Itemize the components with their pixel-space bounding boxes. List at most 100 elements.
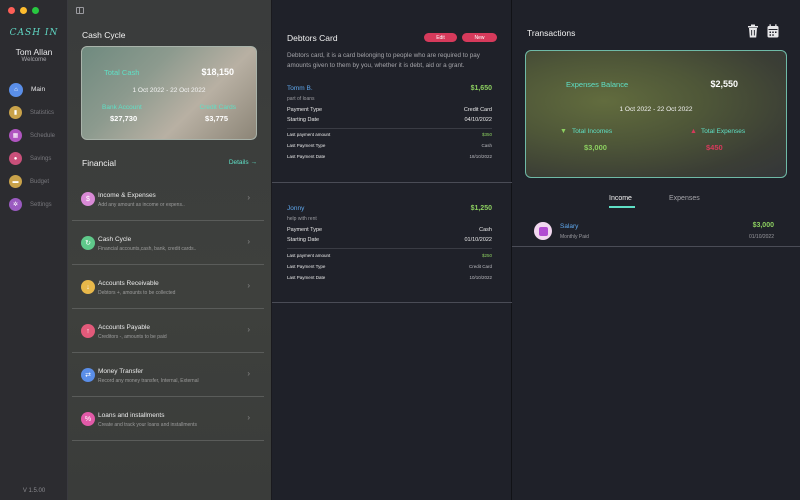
debtors-panel: Debtors Card Edit New Debtors card, it i…: [272, 0, 512, 500]
chevron-right-icon: ›: [247, 193, 250, 202]
starting-date-value: 04/10/2022: [464, 117, 492, 123]
cash-cycle-card[interactable]: Total Cash $18,150 1 Oct 2022 - 22 Oct 2…: [81, 46, 257, 140]
row-divider: [512, 246, 800, 247]
chevron-right-icon: ›: [247, 281, 250, 290]
piggy-bank-icon: ●: [9, 152, 22, 165]
payment-type-label: Payment Type: [287, 107, 323, 113]
expenses-balance-label: Expenses Balance: [566, 80, 629, 89]
financial-item-income-expenses[interactable]: $ Income & Expenses Add any amount as in…: [72, 177, 264, 221]
total-expenses-value: $450: [706, 143, 723, 152]
last-amount-row: Last payment amount $250: [287, 253, 492, 258]
transaction-name: Salary: [560, 223, 579, 230]
bank-account-value: $27,730: [110, 114, 138, 123]
last-type-label: Last Payment Type: [287, 264, 326, 269]
expenses-balance-card[interactable]: Expenses Balance $2,550 1 Oct 2022 - 22 …: [525, 50, 787, 178]
financial-item-subtitle: Create and track your loans and installm…: [98, 422, 197, 428]
chevron-right-icon: ›: [247, 369, 250, 378]
financial-item-subtitle: Financial accounts,cash, bank, credit ca…: [98, 246, 197, 252]
transactions-title: Transactions: [527, 28, 576, 38]
last-date-value: 10/10/2022: [469, 275, 492, 280]
last-date-label: Last Payment Date: [287, 154, 326, 159]
financial-item-cash-cycle[interactable]: ↻ Cash Cycle Financial accounts,cash, ba…: [72, 221, 264, 265]
app-version: V 1.5.00: [22, 488, 46, 494]
transactions-date-range: 1 Oct 2022 - 22 Oct 2022: [619, 106, 693, 113]
wallet-icon: ▬: [9, 175, 22, 188]
financial-item-accounts-payable[interactable]: ↑ Accounts Payable Creditors -, amounts …: [72, 309, 264, 353]
bank-account-label: Bank Account: [102, 104, 142, 111]
financial-item-title: Cash Cycle: [98, 236, 132, 243]
app-logo: CASH IN: [9, 28, 59, 38]
last-type-value: Credit Card: [468, 264, 492, 269]
total-incomes-value: $3,000: [584, 143, 607, 152]
last-amount-value: $350: [481, 132, 492, 137]
sidebar-item-schedule[interactable]: ▦ Schedule: [0, 124, 68, 147]
calendar-icon[interactable]: [767, 24, 779, 38]
close-window-button[interactable]: [8, 7, 15, 14]
receivable-icon: ↓: [81, 280, 95, 294]
financial-item-subtitle: Creditors -, amounts to be paid: [98, 334, 167, 340]
payment-type-value: Cash: [479, 227, 492, 233]
financial-list: $ Income & Expenses Add any amount as in…: [72, 177, 264, 441]
sidebar-item-main[interactable]: ⌂ Main: [0, 78, 68, 101]
minimize-window-button[interactable]: [20, 7, 27, 14]
section-divider: [272, 182, 512, 183]
active-tab-indicator: [609, 206, 635, 208]
trash-icon[interactable]: [747, 24, 759, 38]
last-type-row: Last Payment Type Cash: [287, 143, 492, 148]
credit-cards-value: $3,775: [205, 114, 228, 123]
last-amount-value: $250: [481, 253, 492, 258]
payment-type-row: Payment Type Cash: [287, 227, 492, 233]
financial-item-accounts-receivable[interactable]: ↓ Accounts Receivable Debtors +, amounts…: [72, 265, 264, 309]
credit-cards-label: Credit Cards: [199, 104, 236, 111]
sidebar-item-label: Settings: [30, 201, 52, 208]
starting-date-label: Starting Date: [287, 117, 320, 123]
sidebar-toggle-icon[interactable]: [76, 7, 84, 14]
payment-type-label: Payment Type: [287, 227, 323, 233]
zoom-window-button[interactable]: [32, 7, 39, 14]
income-icon: ▼: [560, 128, 567, 135]
chevron-right-icon: ›: [247, 237, 250, 246]
welcome-text: Welcome: [21, 57, 47, 63]
starting-date-row: Starting Date 01/10/2022: [287, 237, 492, 243]
sidebar-item-settings[interactable]: ✲ Settings: [0, 193, 68, 216]
financial-item-money-transfer[interactable]: ⇄ Money Transfer Record any money transf…: [72, 353, 264, 397]
financial-item-loans[interactable]: % Loans and installments Create and trac…: [72, 397, 264, 441]
chevron-right-icon: ›: [247, 413, 250, 422]
financial-item-title: Accounts Receivable: [98, 280, 159, 287]
tab-income[interactable]: Income: [609, 195, 632, 202]
debtors-description: Debtors card, it is a card belonging to …: [287, 52, 480, 69]
total-incomes-label: Total Incomes: [572, 128, 613, 135]
divider: [287, 128, 492, 129]
cycle-icon: ↻: [81, 236, 95, 250]
sidebar-item-label: Budget: [30, 178, 50, 185]
debtor-name: Jonny: [287, 205, 305, 212]
sidebar-item-savings[interactable]: ● Savings: [0, 147, 68, 170]
details-link[interactable]: Details →: [229, 159, 257, 166]
payment-type-row: Payment Type Credit Card: [287, 107, 492, 113]
financial-item-subtitle: Add any amount as income or expens..: [98, 202, 185, 208]
cash-date-range: 1 Oct 2022 - 22 Oct 2022: [132, 87, 206, 94]
last-date-row: Last Payment Date 10/10/2022: [287, 275, 492, 280]
starting-date-value: 01/10/2022: [464, 237, 492, 243]
percent-icon: %: [81, 412, 95, 426]
last-amount-row: Last payment amount $350: [287, 132, 492, 137]
section-divider: [272, 302, 512, 303]
last-date-row: Last Payment Date 18/10/2022: [287, 154, 492, 159]
last-date-label: Last Payment Date: [287, 275, 326, 280]
new-button[interactable]: New: [462, 33, 497, 42]
financial-item-title: Income & Expenses: [98, 192, 156, 199]
sidebar-item-statistics[interactable]: ▮ Statistics: [0, 101, 68, 124]
sidebar: CASH IN Tom Allan Welcome ⌂ Main ▮ Stati…: [0, 0, 68, 500]
financial-title: Financial: [82, 158, 117, 168]
starting-date-label: Starting Date: [287, 237, 320, 243]
tab-expenses[interactable]: Expenses: [669, 195, 700, 202]
calendar-icon: ▦: [9, 129, 22, 142]
sidebar-item-label: Statistics: [30, 109, 55, 116]
debtors-card-title: Debtors Card: [287, 33, 338, 43]
last-type-value: Cash: [481, 143, 492, 148]
last-amount-label: Last payment amount: [287, 132, 331, 137]
edit-button[interactable]: Edit: [424, 33, 457, 42]
total-cash-value: $18,150: [201, 67, 234, 77]
financial-item-subtitle: Debtors +, amounts to be collected: [98, 290, 176, 296]
sidebar-item-budget[interactable]: ▬ Budget: [0, 170, 68, 193]
